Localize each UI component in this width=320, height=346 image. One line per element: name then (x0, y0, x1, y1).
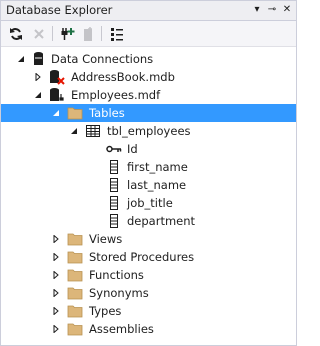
tree-node-column[interactable]: department (1, 212, 296, 230)
tree-label: Id (127, 142, 138, 156)
tree-node-data-connections[interactable]: Data Connections (1, 50, 296, 68)
collapse-icon[interactable] (15, 50, 27, 68)
close-button[interactable]: ✕ (280, 3, 294, 17)
properties-icon (111, 28, 123, 41)
properties-button[interactable] (108, 25, 126, 43)
tree-node-functions[interactable]: Functions (1, 266, 296, 284)
server-icon (84, 27, 92, 41)
tree-label: job_title (127, 196, 173, 210)
tree-node-column[interactable]: Id (1, 140, 296, 158)
folder-icon (67, 231, 83, 247)
expand-icon[interactable] (50, 266, 62, 284)
column-icon (106, 177, 122, 193)
database-connected-icon (49, 87, 65, 103)
tree-node-column[interactable]: first_name (1, 158, 296, 176)
folder-icon (67, 267, 83, 283)
title-bar: Database Explorer ▾ ⊸ ✕ (1, 1, 296, 21)
connect-icon (61, 28, 75, 40)
tree-label: Functions (89, 268, 144, 282)
column-icon (106, 195, 122, 211)
column-icon (106, 213, 122, 229)
tree-label: Data Connections (51, 52, 154, 66)
tree-node-tbl-employees[interactable]: tbl_employees (1, 122, 296, 140)
tree-node-tables[interactable]: Tables (1, 104, 296, 122)
folder-icon (67, 105, 83, 121)
collapse-icon[interactable] (68, 122, 80, 140)
toolbar (1, 21, 296, 47)
expand-icon[interactable] (32, 68, 44, 86)
tree-node-views[interactable]: Views (1, 230, 296, 248)
expand-icon[interactable] (50, 320, 62, 338)
delete-icon (34, 29, 44, 39)
tree-node-addressbook[interactable]: AddressBook.mdb (1, 68, 296, 86)
window-title: Database Explorer (6, 3, 113, 17)
data-connections-icon (31, 51, 47, 67)
tree-node-assemblies[interactable]: Assemblies (1, 320, 296, 338)
collapse-icon[interactable] (50, 104, 62, 122)
tree-label: Stored Procedures (89, 250, 195, 264)
table-icon (85, 123, 101, 139)
tree-node-employees-db[interactable]: Employees.mdf (1, 86, 296, 104)
folder-icon (67, 303, 83, 319)
folder-icon (67, 285, 83, 301)
tree-node-column[interactable]: last_name (1, 176, 296, 194)
delete-button[interactable] (30, 25, 48, 43)
column-icon (106, 159, 122, 175)
tree-node-types[interactable]: Types (1, 302, 296, 320)
tree-label: AddressBook.mdb (71, 70, 175, 84)
tree-label: Assemblies (89, 322, 154, 336)
tree-label: Types (89, 304, 122, 318)
tree-label: Synonyms (89, 286, 149, 300)
tree-label: Tables (89, 106, 125, 120)
tree-label: Employees.mdf (71, 88, 161, 102)
tree-node-synonyms[interactable]: Synonyms (1, 284, 296, 302)
toolbar-separator (52, 26, 53, 41)
database-disconnected-icon (49, 69, 65, 85)
expand-icon[interactable] (50, 248, 62, 266)
refresh-button[interactable] (7, 25, 25, 43)
tree-label: first_name (127, 160, 188, 174)
primary-key-icon (106, 141, 122, 157)
tree-node-column[interactable]: job_title (1, 194, 296, 212)
connect-to-server-button[interactable] (79, 25, 97, 43)
expand-icon[interactable] (50, 302, 62, 320)
tree-label: Views (89, 232, 123, 246)
toolbar-separator (101, 26, 102, 41)
collapse-icon[interactable] (32, 86, 44, 104)
expand-icon[interactable] (50, 230, 62, 248)
tree-label: department (127, 214, 196, 228)
folder-icon (67, 321, 83, 337)
window-menu-button[interactable]: ▾ (250, 3, 264, 17)
connect-to-database-button[interactable] (58, 25, 76, 43)
folder-icon (67, 249, 83, 265)
tree-label: tbl_employees (107, 124, 191, 138)
tree-label: last_name (127, 178, 187, 192)
tree-node-stored-procedures[interactable]: Stored Procedures (1, 248, 296, 266)
pin-button[interactable]: ⊸ (265, 3, 279, 17)
database-explorer-window: Database Explorer ▾ ⊸ ✕ Data Connections… (0, 0, 297, 346)
refresh-icon (10, 28, 22, 40)
expand-icon[interactable] (50, 284, 62, 302)
